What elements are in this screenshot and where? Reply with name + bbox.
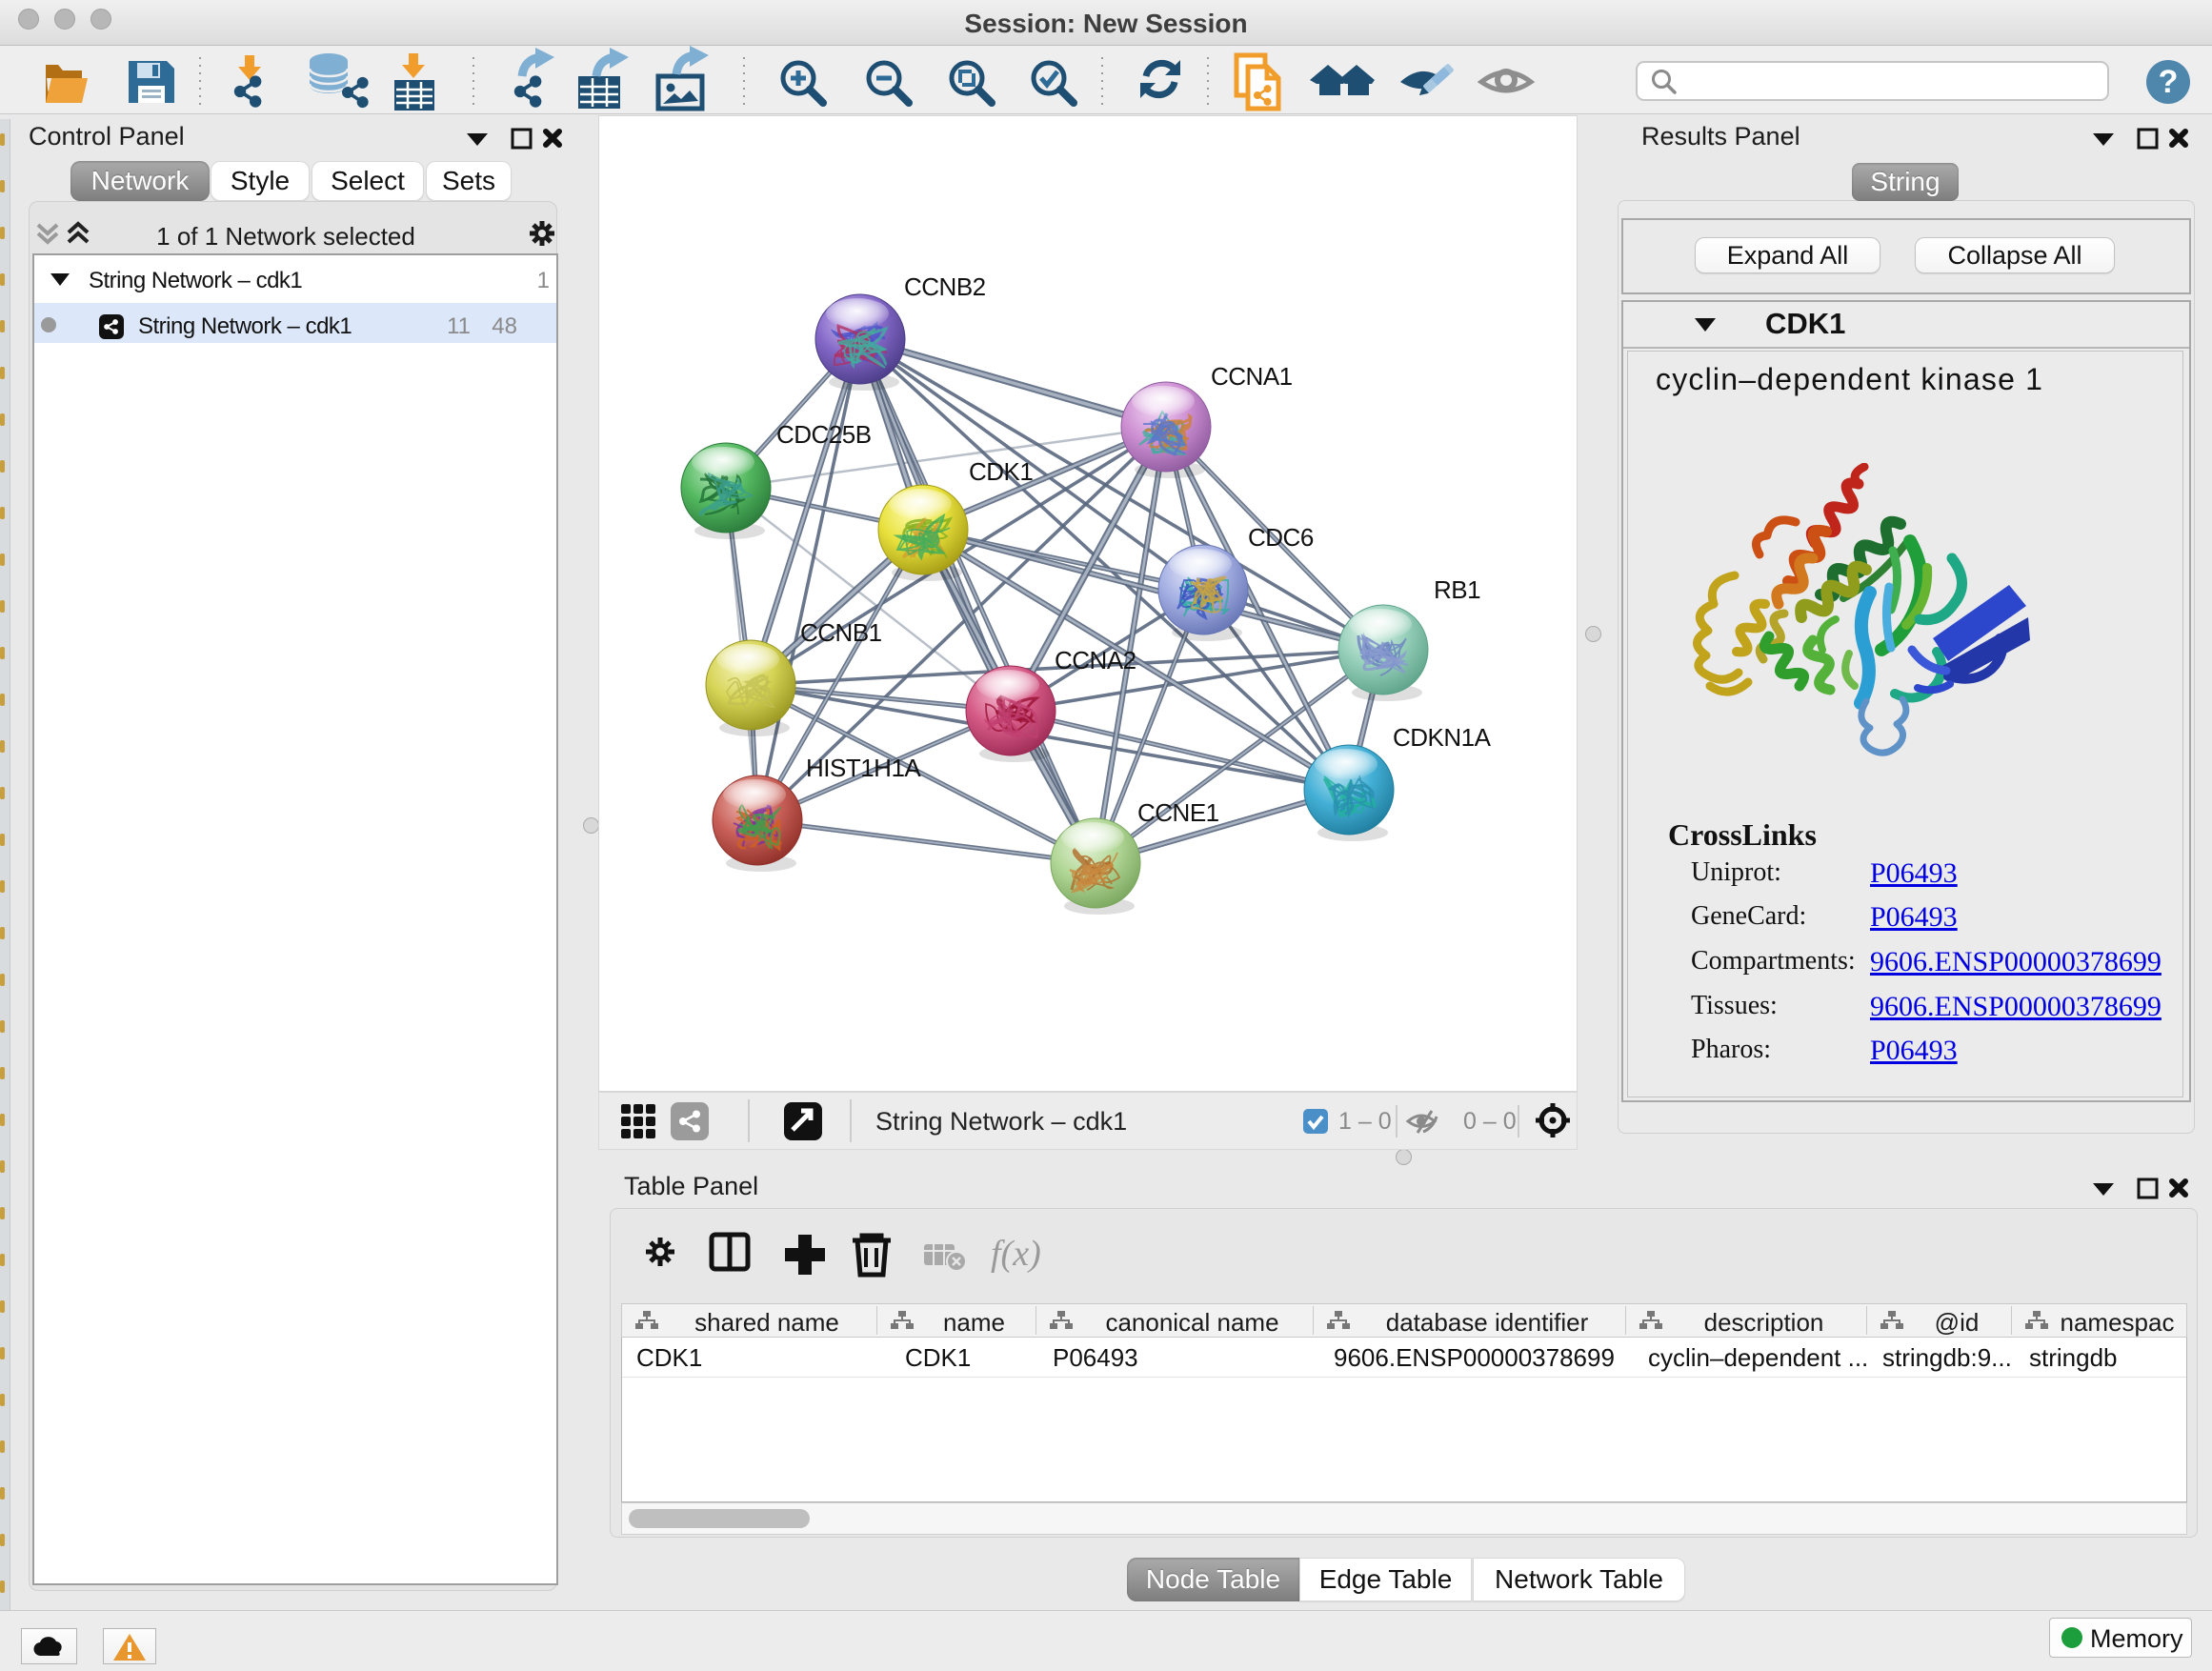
svg-text:CDK1: CDK1 (969, 457, 1033, 486)
svg-text:CDKN1A: CDKN1A (1393, 723, 1492, 752)
svg-text:RB1: RB1 (1434, 575, 1480, 604)
svg-text:String Network – cdk1: String Network – cdk1 (875, 1107, 1127, 1136)
svg-text:f(x): f(x) (991, 1234, 1041, 1274)
svg-text:CDC6: CDC6 (1248, 523, 1314, 552)
svg-text:CDC25B: CDC25B (776, 420, 872, 449)
svg-text:CCNA1: CCNA1 (1211, 362, 1293, 391)
svg-text:CCNB1: CCNB1 (800, 618, 882, 647)
svg-text:CCNA2: CCNA2 (1055, 646, 1136, 674)
svg-text:HIST1H1A: HIST1H1A (806, 754, 921, 782)
svg-text:CCNB2: CCNB2 (904, 272, 986, 301)
svg-text:CCNE1: CCNE1 (1137, 798, 1219, 827)
svg-text:1 – 0: 1 – 0 (1338, 1108, 1392, 1135)
svg-text:0 – 0: 0 – 0 (1463, 1108, 1517, 1135)
